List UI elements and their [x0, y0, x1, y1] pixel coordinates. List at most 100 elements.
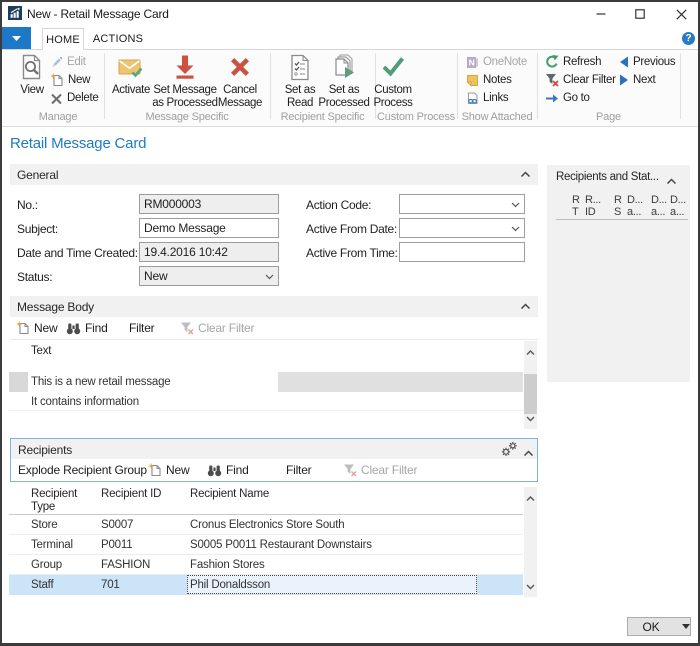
id-text: S0007 — [101, 519, 133, 531]
factbox-column[interactable]: D...a... — [651, 194, 667, 218]
help-button[interactable]: ? — [682, 32, 695, 45]
active-from-time-field[interactable] — [399, 242, 525, 262]
factbox-title[interactable]: Recipients and Stat... — [556, 171, 659, 183]
explode-recipient-group-button[interactable]: Explode Recipient Group — [18, 462, 147, 478]
minimize-button[interactable] — [586, 2, 616, 26]
factbox-column[interactable]: D...a... — [627, 194, 643, 218]
find-binoculars-icon — [207, 464, 222, 477]
active-from-date-label: Active From Date: — [306, 222, 397, 236]
date-time-created-field[interactable]: 19.4.2016 10:42 — [139, 242, 279, 262]
collapse-general-icon[interactable] — [520, 171, 531, 178]
no-field[interactable]: RM000003 — [139, 194, 279, 214]
ribbon-group-separator — [537, 53, 538, 119]
recipient-row[interactable]: Terminal P0011 S0005 P0011 Restaurant Do… — [9, 535, 523, 555]
ok-button[interactable]: OK — [627, 617, 691, 636]
recipients-column-type[interactable]: Recipient Type — [31, 488, 93, 514]
focused-cell[interactable]: Phil Donaldsson — [187, 575, 477, 594]
scroll-down-icon[interactable] — [526, 411, 535, 425]
recipients-section-title: Recipients — [18, 443, 72, 457]
recipients-new-button[interactable]: New — [148, 462, 189, 478]
recipients-column-id[interactable]: Recipient ID — [101, 488, 161, 501]
recipients-filter-button[interactable]: Filter — [286, 462, 311, 478]
notes-button[interactable]: Notes — [466, 73, 512, 87]
scroll-up-icon[interactable] — [526, 491, 535, 505]
refresh-button[interactable]: Refresh — [545, 55, 601, 69]
message-body-cell[interactable]: This is a new retail message — [31, 376, 171, 388]
message-body-row-selected[interactable]: This is a new retail message — [9, 372, 523, 392]
message-body-active-cell[interactable]: This is a new retail message — [28, 372, 278, 392]
new-text: New — [68, 74, 90, 86]
message-body-filter-button[interactable]: Filter — [129, 320, 154, 336]
previous-button[interactable]: Previous — [619, 55, 675, 69]
onenote-icon: N — [466, 56, 479, 69]
new-document-icon — [50, 73, 64, 87]
notes-icon — [466, 74, 479, 87]
minimize-icon — [596, 9, 606, 19]
message-body-scrollbar[interactable] — [524, 341, 537, 429]
recipients-find-button[interactable]: Find — [207, 462, 249, 478]
collapse-factbox-icon[interactable] — [666, 174, 677, 188]
clear-filter-button[interactable]: Clear Filter — [545, 73, 616, 87]
name-text: Phil Donaldsson — [190, 579, 270, 591]
edit-button[interactable]: Edit — [50, 55, 86, 69]
active-from-date-dropdown-icon[interactable] — [511, 226, 520, 232]
message-body-section-header[interactable]: Message Body — [10, 296, 538, 317]
factbox-column[interactable]: RS — [614, 194, 622, 218]
id-text: P0011 — [101, 539, 132, 551]
active-from-date-field[interactable] — [399, 218, 525, 238]
message-body-column-text[interactable]: Text — [31, 345, 51, 358]
action-code-field[interactable] — [399, 194, 525, 214]
new-text: New — [166, 463, 189, 477]
settings-gears-icon[interactable] — [501, 441, 519, 460]
new-document-icon — [16, 321, 30, 335]
general-section-header[interactable]: General — [10, 164, 538, 185]
recipients-column-name[interactable]: Recipient Name — [190, 488, 269, 501]
close-button[interactable] — [666, 2, 696, 26]
line2-text: a... — [670, 206, 684, 218]
new-button[interactable]: New — [50, 73, 90, 87]
message-body-row[interactable]: It contains information — [9, 392, 523, 411]
scroll-up-icon[interactable] — [526, 345, 535, 359]
recipient-row-selected[interactable]: Staff 701 Phil Donaldsson — [9, 575, 523, 595]
recipients-scrollbar[interactable] — [524, 487, 537, 597]
action-code-dropdown-icon[interactable] — [511, 202, 520, 208]
application-menu-button[interactable] — [2, 27, 31, 50]
tab-actions[interactable]: ACTIONS — [96, 28, 140, 49]
next-button[interactable]: Next — [619, 73, 655, 87]
recipients-clear-filter-button[interactable]: Clear Filter — [343, 462, 417, 478]
recipient-row[interactable]: Store S0007 Cronus Electronics Store Sou… — [9, 515, 523, 535]
ok-dropdown-icon[interactable] — [682, 624, 690, 629]
onenote-button[interactable]: N OneNote — [466, 55, 527, 69]
go-to-button[interactable]: Go to — [545, 91, 590, 105]
message-body-clear-filter-button[interactable]: Clear Filter — [180, 320, 254, 336]
recipient-row[interactable]: Group FASHION Fashion Stores — [9, 555, 523, 575]
collapse-message-body-icon[interactable] — [520, 303, 531, 310]
message-body-new-button[interactable]: New — [16, 320, 57, 336]
app-icon — [8, 6, 22, 20]
subject-field[interactable]: Demo Message — [139, 218, 279, 238]
page-title: Retail Message Card — [10, 135, 146, 152]
type-text: Staff — [31, 579, 53, 591]
recipients-section-header[interactable]: Recipients — [11, 439, 537, 459]
status-field[interactable]: New — [139, 266, 279, 286]
group-label-custom-process: Custom Process — [375, 111, 457, 124]
scroll-down-icon[interactable] — [526, 579, 535, 593]
group-label-manage: Manage — [12, 111, 104, 124]
status-dropdown-icon[interactable] — [265, 274, 274, 280]
clear-filter-text: Clear Filter — [361, 463, 417, 477]
no-label: No.: — [17, 198, 38, 212]
tab-home[interactable]: HOME — [42, 28, 84, 50]
maximize-button[interactable] — [625, 2, 655, 26]
collapse-recipients-icon[interactable] — [523, 446, 534, 460]
go-to-text: Go to — [563, 92, 590, 104]
factbox-column[interactable]: RT — [572, 194, 580, 218]
custom-process-button[interactable]: Custom Process — [353, 53, 433, 110]
next-icon — [619, 74, 629, 86]
message-body-find-button[interactable]: Find — [66, 320, 108, 336]
previous-icon — [619, 56, 629, 68]
factbox-column[interactable]: R...ID — [585, 194, 601, 218]
factbox-column[interactable]: D...a... — [670, 194, 686, 218]
links-button[interactable]: Links — [466, 91, 508, 105]
message-body-cell[interactable]: It contains information — [31, 396, 139, 408]
scrollbar-thumb[interactable] — [524, 374, 537, 414]
